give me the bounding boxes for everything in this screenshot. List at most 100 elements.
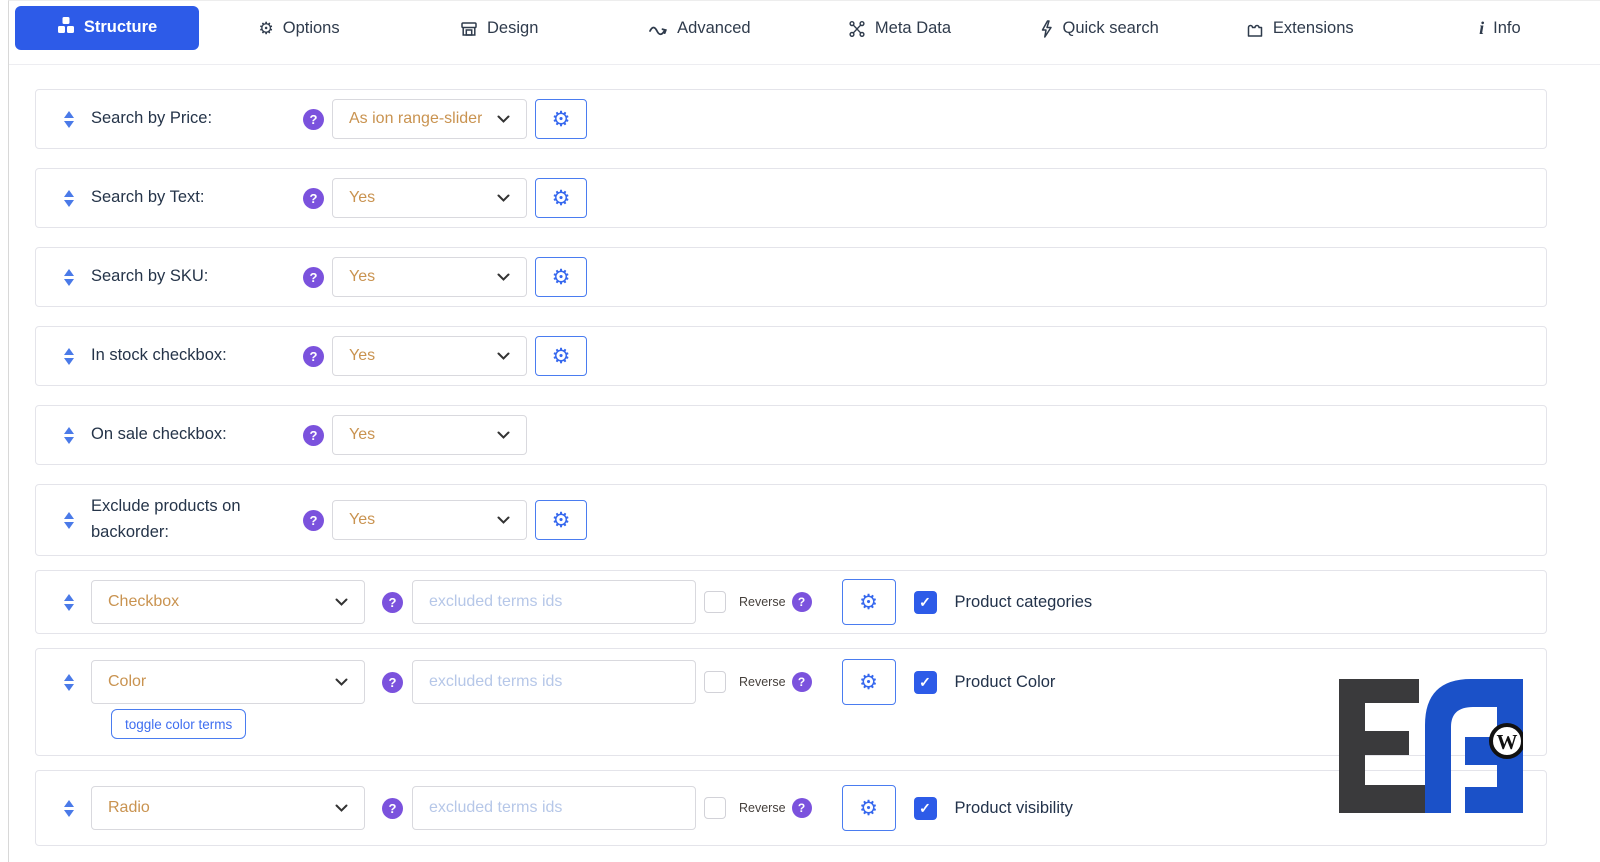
setting-row-search-by-text: Search by Text: ? Yes ⚙ [35, 168, 1547, 228]
network-icon [848, 20, 866, 38]
reverse-checkbox[interactable] [704, 671, 726, 693]
chevron-down-icon [497, 426, 510, 444]
tab-label: Design [487, 19, 538, 38]
tab-meta-data[interactable]: Meta Data [799, 19, 999, 46]
storefront-icon [460, 20, 478, 38]
lightning-icon [1040, 20, 1053, 38]
tab-label: Extensions [1273, 19, 1354, 38]
select-value: Yes [349, 189, 375, 207]
filter-settings-button[interactable]: ⚙ [842, 785, 896, 831]
tab-bar: Structure ⚙ Options Design Advanced Meta… [9, 1, 1600, 65]
drag-handle[interactable] [63, 190, 75, 207]
search-by-price-select[interactable]: As ion range-slider [332, 99, 527, 139]
row-settings-button[interactable]: ⚙ [535, 178, 587, 218]
chevron-down-icon [335, 799, 348, 817]
tab-label: Quick search [1062, 19, 1158, 38]
select-value: Checkbox [108, 593, 179, 611]
gear-icon: ⚙ [259, 20, 274, 37]
help-icon[interactable]: ? [382, 798, 403, 819]
tab-label: Info [1493, 19, 1521, 38]
taxonomy-checkbox[interactable]: ✓ [914, 591, 937, 614]
in-stock-select[interactable]: Yes [332, 336, 527, 376]
chevron-down-icon [497, 347, 510, 365]
filter-type-select[interactable]: Color [91, 660, 365, 704]
reverse-label: Reverse [739, 801, 786, 815]
drag-handle[interactable] [63, 427, 75, 444]
help-icon[interactable]: ? [303, 109, 324, 130]
settings-panel: Structure ⚙ Options Design Advanced Meta… [8, 0, 1600, 862]
row-settings-button[interactable]: ⚙ [535, 99, 587, 139]
reverse-checkbox[interactable] [704, 591, 726, 613]
drag-handle[interactable] [63, 111, 75, 128]
es-wordpress-watermark-logo: W [1321, 679, 1523, 813]
tab-quick-search[interactable]: Quick search [1000, 19, 1200, 46]
excluded-terms-input[interactable] [412, 660, 696, 704]
help-icon[interactable]: ? [792, 592, 812, 612]
taxonomy-checkbox[interactable]: ✓ [914, 797, 937, 820]
chevron-down-icon [497, 511, 510, 529]
tab-extensions[interactable]: Extensions [1200, 19, 1400, 46]
select-value: Yes [349, 511, 375, 529]
setting-label: In stock checkbox: [91, 343, 303, 369]
chevron-down-icon [335, 593, 348, 611]
taxonomy-checkbox[interactable]: ✓ [914, 671, 937, 694]
tab-info[interactable]: i Info [1400, 18, 1600, 47]
filter-row-product-categories: Checkbox ? Reverse ? ⚙ ✓ Product categor… [35, 570, 1547, 634]
setting-row-in-stock: In stock checkbox: ? Yes ⚙ [35, 326, 1547, 386]
tab-label: Advanced [677, 19, 750, 38]
drag-handle[interactable] [63, 348, 75, 365]
excluded-terms-input[interactable] [412, 786, 696, 830]
setting-label: Search by SKU: [91, 264, 303, 290]
wordpress-w-letter: W [1497, 730, 1518, 754]
help-icon[interactable]: ? [382, 592, 403, 613]
drag-handle[interactable] [63, 674, 75, 691]
select-value: Radio [108, 799, 150, 817]
drag-handle[interactable] [63, 594, 75, 611]
chevron-down-icon [335, 673, 348, 691]
setting-label: On sale checkbox: [91, 422, 303, 448]
setting-label: Search by Price: [91, 106, 303, 132]
help-icon[interactable]: ? [382, 672, 403, 693]
filter-type-select[interactable]: Radio [91, 786, 365, 830]
tab-structure[interactable]: Structure [15, 6, 199, 50]
tab-design[interactable]: Design [399, 19, 599, 46]
help-icon[interactable]: ? [303, 510, 324, 531]
filter-type-select[interactable]: Checkbox [91, 580, 365, 624]
chevron-down-icon [497, 189, 510, 207]
exclude-backorder-select[interactable]: Yes [332, 500, 527, 540]
setting-row-search-by-sku: Search by SKU: ? Yes ⚙ [35, 247, 1547, 307]
on-sale-select[interactable]: Yes [332, 415, 527, 455]
help-icon[interactable]: ? [303, 346, 324, 367]
drag-handle[interactable] [63, 800, 75, 817]
select-value: Yes [349, 268, 375, 286]
setting-row-search-by-price: Search by Price: ? As ion range-slider ⚙ [35, 89, 1547, 149]
help-icon[interactable]: ? [303, 267, 324, 288]
taxonomy-label: Product categories [955, 593, 1093, 612]
wave-icon [648, 22, 668, 36]
help-icon[interactable]: ? [792, 798, 812, 818]
select-value: Yes [349, 426, 375, 444]
reverse-checkbox[interactable] [704, 797, 726, 819]
help-icon[interactable]: ? [303, 188, 324, 209]
tab-options[interactable]: ⚙ Options [199, 19, 399, 46]
search-by-text-select[interactable]: Yes [332, 178, 527, 218]
drag-handle[interactable] [63, 512, 75, 529]
drag-handle[interactable] [63, 269, 75, 286]
row-settings-button[interactable]: ⚙ [535, 336, 587, 376]
toggle-color-terms-button[interactable]: toggle color terms [111, 709, 246, 739]
help-icon[interactable]: ? [303, 425, 324, 446]
tab-label: Meta Data [875, 19, 951, 38]
puzzle-icon [1246, 20, 1264, 38]
search-by-sku-select[interactable]: Yes [332, 257, 527, 297]
help-icon[interactable]: ? [792, 672, 812, 692]
filter-settings-button[interactable]: ⚙ [842, 659, 896, 705]
filter-settings-button[interactable]: ⚙ [842, 579, 896, 625]
row-settings-button[interactable]: ⚙ [535, 500, 587, 540]
select-value: Color [108, 673, 146, 691]
excluded-terms-input[interactable] [412, 580, 696, 624]
tab-label: Structure [84, 18, 157, 37]
reverse-label: Reverse [739, 675, 786, 689]
setting-label: Search by Text: [91, 185, 303, 211]
tab-advanced[interactable]: Advanced [599, 19, 799, 46]
row-settings-button[interactable]: ⚙ [535, 257, 587, 297]
